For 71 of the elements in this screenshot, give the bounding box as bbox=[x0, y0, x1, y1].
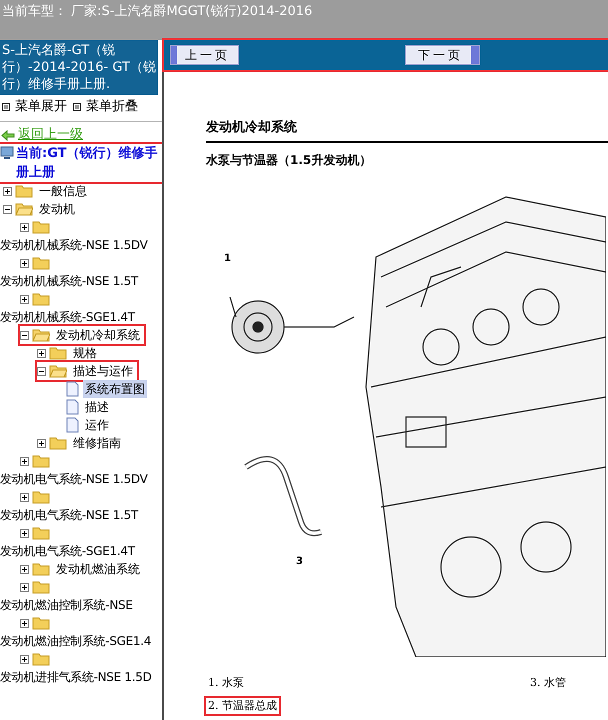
legend-item: 2. 节温器总成 bbox=[206, 698, 279, 714]
tree-item[interactable]: 维修指南 bbox=[73, 434, 121, 452]
tree-item[interactable]: 发动机电气系统-SGE1.4T bbox=[0, 542, 135, 560]
page-icon bbox=[66, 399, 79, 415]
folder-icon bbox=[49, 364, 67, 378]
tree-item[interactable]: 一般信息 bbox=[39, 182, 87, 200]
folder-icon bbox=[32, 562, 50, 576]
document-subtitle: 水泵与节温器（1.5升发动机） bbox=[206, 152, 372, 168]
tree-item[interactable]: 发动机电气系统-NSE 1.5T bbox=[0, 506, 138, 524]
collapse-toggle[interactable] bbox=[3, 204, 12, 214]
expand-toggle[interactable] bbox=[20, 564, 29, 574]
folder-icon bbox=[49, 436, 67, 450]
folder-icon bbox=[32, 328, 50, 342]
arrow-left-icon bbox=[1, 130, 15, 140]
expand-toggle[interactable] bbox=[20, 258, 29, 268]
tree-item[interactable]: 规格 bbox=[73, 344, 97, 362]
tree-item[interactable]: 发动机机械系统-NSE 1.5DV bbox=[0, 236, 148, 254]
legend-item: 3. 水管 bbox=[529, 675, 567, 691]
tree-item[interactable]: 发动机冷却系统 bbox=[56, 326, 140, 344]
expand-toggle[interactable] bbox=[20, 294, 29, 304]
tree-item[interactable]: 发动机燃油控制系统-SGE1.4 bbox=[0, 632, 152, 650]
callout-number: 3 bbox=[296, 554, 303, 568]
tree-item[interactable]: 发动机进排气系统-NSE 1.5D bbox=[0, 668, 152, 686]
folder-icon bbox=[32, 616, 50, 630]
legend-item: 1. 水泵 bbox=[207, 675, 245, 691]
menu-link[interactable]: 菜单折叠 bbox=[86, 97, 138, 117]
window-title: 当前车型： 厂家:S-上汽名爵MGGT(锐行)2014-2016 bbox=[2, 3, 312, 21]
document-title: 发动机冷却系统 bbox=[206, 118, 298, 137]
prev-page-button[interactable]: 上一页 bbox=[170, 45, 239, 65]
expand-toggle[interactable] bbox=[37, 438, 46, 448]
folder-icon bbox=[32, 526, 50, 540]
menu-link[interactable]: 菜单展开 bbox=[15, 97, 67, 117]
next-page-button[interactable]: 下一页 bbox=[405, 45, 480, 65]
tree-item[interactable]: 发动机电气系统-NSE 1.5DV bbox=[0, 470, 148, 488]
folder-icon bbox=[32, 292, 50, 306]
expand-toggle[interactable] bbox=[20, 528, 29, 538]
folder-icon bbox=[32, 256, 50, 270]
page-icon bbox=[66, 381, 79, 397]
expand-toggle[interactable] bbox=[20, 582, 29, 592]
tree-item[interactable]: 发动机燃油系统 bbox=[56, 560, 140, 578]
tree-item[interactable]: 发动机机械系统-NSE 1.5T bbox=[0, 272, 138, 290]
expand-toggle[interactable] bbox=[3, 186, 12, 196]
folder-icon bbox=[32, 490, 50, 504]
tree-item[interactable]: 描述与运作 bbox=[73, 362, 133, 380]
current-location: 当前:GT（锐行）维修手册上册 bbox=[16, 144, 159, 182]
expand-toggle[interactable] bbox=[37, 348, 46, 358]
folder-icon bbox=[32, 580, 50, 594]
sidebar-header: S-上汽名爵-GT（锐行）-2014-2016- GT（锐行）维修手册上册. bbox=[0, 40, 158, 95]
list-icon bbox=[73, 103, 81, 111]
folder-icon bbox=[15, 202, 33, 216]
tree-item[interactable]: 系统布置图 bbox=[83, 380, 147, 398]
expand-toggle[interactable] bbox=[20, 456, 29, 466]
collapse-toggle[interactable] bbox=[37, 366, 46, 376]
tree-item[interactable]: 运作 bbox=[83, 416, 111, 434]
computer-icon bbox=[0, 146, 14, 160]
tree-item[interactable]: 发动机机械系统-SGE1.4T bbox=[0, 308, 135, 326]
expand-toggle[interactable] bbox=[20, 654, 29, 664]
expand-toggle[interactable] bbox=[20, 222, 29, 232]
folder-icon bbox=[32, 220, 50, 234]
collapse-toggle[interactable] bbox=[20, 330, 29, 340]
folder-icon bbox=[32, 454, 50, 468]
tree-item[interactable]: 发动机燃油控制系统-NSE bbox=[0, 596, 133, 614]
folder-icon bbox=[15, 184, 33, 198]
expand-toggle[interactable] bbox=[20, 618, 29, 628]
tree-item[interactable]: 描述 bbox=[83, 398, 111, 416]
expand-toggle[interactable] bbox=[20, 492, 29, 502]
folder-icon bbox=[32, 652, 50, 666]
page-icon bbox=[66, 417, 79, 433]
tree-item[interactable]: 发动机 bbox=[39, 200, 75, 218]
callout-number: 1 bbox=[224, 252, 231, 266]
folder-icon bbox=[49, 346, 67, 360]
